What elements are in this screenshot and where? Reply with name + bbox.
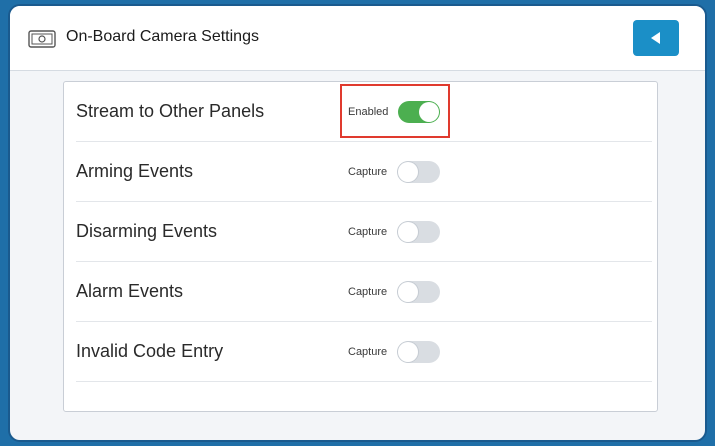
setting-label: Alarm Events [76, 281, 184, 301]
toggle-knob [398, 282, 418, 302]
setting-row-arming: Arming Events Capture [76, 142, 652, 202]
disarming-toggle[interactable] [398, 221, 440, 243]
header-bar: On-Board Camera Settings [10, 6, 705, 71]
setting-label: Arming Events [76, 161, 194, 181]
page-title: On-Board Camera Settings [66, 28, 259, 45]
setting-row-invalid-code: Invalid Code Entry Capture [76, 322, 652, 382]
setting-row-stream: Stream to Other Panels Enabled [76, 82, 652, 142]
setting-label: Disarming Events [76, 221, 218, 241]
toggle-state-text: Capture [348, 346, 388, 358]
toggle-knob [419, 102, 439, 122]
setting-row-disarming: Disarming Events Capture [76, 202, 652, 262]
setting-row-alarm: Alarm Events Capture [76, 262, 652, 322]
toggle-state-text: Capture [348, 226, 388, 238]
toggle-state-text: Capture [348, 166, 388, 178]
toggle-group: Enabled [340, 84, 460, 138]
toggle-state-text: Capture [348, 286, 388, 298]
camera-icon [28, 30, 56, 48]
back-triangle-icon [651, 32, 660, 44]
toggle-group: Capture [340, 338, 460, 366]
settings-panel: On-Board Camera Settings Stream to Other… [8, 4, 707, 442]
back-button[interactable] [633, 20, 679, 56]
alarm-toggle[interactable] [398, 281, 440, 303]
settings-list: Stream to Other Panels Enabled Arming Ev… [63, 81, 658, 412]
setting-label: Invalid Code Entry [76, 341, 224, 361]
toggle-knob [398, 162, 418, 182]
invalid-code-toggle[interactable] [398, 341, 440, 363]
toggle-group: Capture [340, 278, 460, 306]
toggle-knob [398, 342, 418, 362]
toggle-group: Capture [340, 158, 460, 186]
toggle-group: Capture [340, 218, 460, 246]
toggle-state-text: Enabled [348, 106, 389, 118]
toggle-knob [398, 222, 418, 242]
stream-toggle[interactable] [398, 101, 440, 123]
setting-label: Stream to Other Panels [76, 101, 265, 121]
arming-toggle[interactable] [398, 161, 440, 183]
